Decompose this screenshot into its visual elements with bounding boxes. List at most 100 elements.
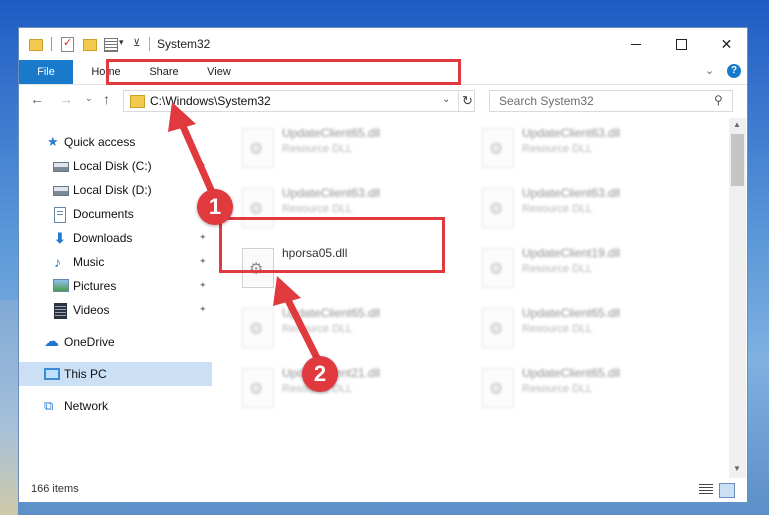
large-icons-view-icon[interactable] [719, 483, 735, 498]
star-icon: ★ [47, 134, 59, 149]
tab-file[interactable]: File [19, 60, 73, 84]
file-name: UpdateClient19.dll [522, 246, 621, 260]
properties-icon[interactable] [104, 38, 118, 52]
sidebar-item-label: Local Disk (D:) [73, 183, 152, 197]
customize-toolbar-icon[interactable]: ⊻ [133, 38, 140, 54]
pictures-icon [53, 279, 69, 292]
expand-ribbon-icon[interactable]: ⌄ [705, 64, 714, 77]
address-bar-highlight [106, 59, 461, 85]
up-button[interactable]: ↑ [103, 91, 110, 107]
file-type: Resource DLL [522, 203, 593, 215]
minimize-icon [631, 44, 641, 45]
sidebar-item-label: Pictures [73, 279, 117, 293]
folder-icon [29, 39, 43, 51]
file-type: Resource DLL [522, 323, 593, 335]
step-1-badge: 1 [197, 189, 233, 225]
cloud-icon: ☁ [44, 333, 59, 350]
file-item[interactable]: UpdateClient65.dll Resource DLL [234, 122, 454, 178]
file-name: UpdateClient63.dll [522, 126, 621, 140]
scroll-up-icon[interactable]: ▲ [733, 120, 741, 129]
file-name: UpdateClient63.dll [282, 186, 381, 200]
pin-icon: ✦ [199, 160, 207, 170]
file-item[interactable]: UpdateClient21.dll Resource DLL [234, 362, 454, 418]
file-name: UpdateClient65.dll [282, 126, 381, 140]
download-icon: ⬇ [54, 230, 66, 246]
sidebar-item-label: Videos [73, 303, 110, 317]
help-icon[interactable]: ? [727, 64, 741, 78]
scroll-down-icon[interactable]: ▼ [733, 464, 741, 473]
file-item[interactable]: UpdateClient65.dll Resource DLL [474, 362, 694, 418]
address-path[interactable]: C:\Windows\System32 [150, 94, 271, 108]
dll-file-icon [242, 368, 274, 408]
dll-file-icon [482, 248, 514, 288]
pin-icon: ✦ [199, 232, 207, 242]
sidebar-item-documents[interactable]: Documents ✦ [19, 202, 212, 226]
sidebar-item-label: Quick access [64, 135, 136, 149]
sidebar-item-label: Downloads [73, 231, 133, 245]
search-icon[interactable]: ⚲ [714, 93, 723, 107]
toolbar-separator [51, 37, 52, 51]
scrollbar-thumb[interactable] [731, 134, 744, 186]
vertical-scrollbar[interactable]: ▲ ▼ [729, 118, 746, 478]
forward-button[interactable]: → [59, 91, 73, 107]
step-2-badge: 2 [302, 356, 338, 392]
item-count: 166 items [31, 483, 79, 495]
refresh-button[interactable]: ↻ [458, 91, 476, 111]
chevron-down-icon[interactable]: ▾ [119, 37, 124, 53]
sidebar-item-this-pc[interactable]: This PC [19, 362, 212, 386]
address-bar[interactable]: C:\Windows\System32 ⌄ ↻ [123, 90, 475, 112]
navigation-pane: ★ Quick access Local Disk (C:) ✦ Local D… [19, 118, 212, 478]
sidebar-item-label: Documents [73, 207, 134, 221]
dll-file-icon [482, 128, 514, 168]
close-button[interactable]: ✕ [704, 28, 749, 60]
dll-file-icon [482, 188, 514, 228]
file-highlight [219, 217, 445, 273]
computer-icon [44, 368, 60, 380]
sidebar-item-label: Network [64, 399, 109, 413]
chevron-down-icon[interactable]: ⌄ [442, 94, 450, 105]
file-item[interactable]: UpdateClient65.dll Resource DLL [234, 302, 454, 358]
properties-check-icon[interactable] [61, 36, 74, 52]
file-type: Resource DLL [522, 263, 593, 275]
search-placeholder: Search System32 [499, 94, 594, 108]
file-type: Resource DLL [282, 203, 353, 215]
search-input[interactable]: Search System32 ⚲ [489, 90, 733, 112]
maximize-icon [676, 39, 687, 50]
file-type: Resource DLL [522, 383, 593, 395]
file-type: Resource DLL [282, 323, 353, 335]
file-type: Resource DLL [282, 143, 353, 155]
sidebar-item-downloads[interactable]: ⬇ Downloads ✦ [19, 226, 212, 250]
maximize-button[interactable] [659, 28, 704, 60]
recent-locations-button[interactable]: ⌄ [85, 93, 93, 104]
pin-icon: ✦ [199, 256, 207, 266]
drive-icon [53, 186, 69, 196]
music-icon: ♪ [54, 254, 61, 270]
file-item[interactable]: UpdateClient19.dll Resource DLL [474, 242, 694, 298]
sidebar-item-quick-access[interactable]: ★ Quick access [19, 130, 212, 154]
status-bar: 166 items [19, 478, 747, 502]
sidebar-item-network[interactable]: ⧉ Network [19, 394, 212, 418]
file-name: UpdateClient65.dll [522, 306, 621, 320]
file-item[interactable]: UpdateClient63.dll Resource DLL [474, 122, 694, 178]
sidebar-item-label: OneDrive [64, 335, 115, 349]
details-view-icon[interactable] [699, 484, 713, 495]
sidebar-item-music[interactable]: ♪ Music ✦ [19, 250, 212, 274]
file-list: UpdateClient65.dll Resource DLL UpdateCl… [212, 118, 729, 468]
back-button[interactable]: ← [30, 91, 44, 107]
dll-file-icon [482, 368, 514, 408]
network-icon: ⧉ [44, 398, 54, 413]
desktop-wallpaper-edge [0, 300, 18, 515]
pin-icon: ✦ [199, 280, 207, 290]
sidebar-item-onedrive[interactable]: ☁ OneDrive [19, 330, 212, 354]
video-icon [54, 303, 67, 319]
sidebar-item-pictures[interactable]: Pictures ✦ [19, 274, 212, 298]
file-item[interactable]: UpdateClient65.dll Resource DLL [474, 302, 694, 358]
sidebar-item-label: Local Disk (C:) [73, 159, 152, 173]
sidebar-item-videos[interactable]: Videos ✦ [19, 298, 212, 322]
sidebar-item-label: This PC [64, 367, 107, 381]
new-folder-icon[interactable] [83, 39, 97, 51]
sidebar-item-local-disk-c[interactable]: Local Disk (C:) ✦ [19, 154, 212, 178]
file-item[interactable]: UpdateClient63.dll Resource DLL [474, 182, 694, 238]
minimize-button[interactable] [614, 28, 659, 60]
sidebar-item-local-disk-d[interactable]: Local Disk (D:) [19, 178, 212, 202]
